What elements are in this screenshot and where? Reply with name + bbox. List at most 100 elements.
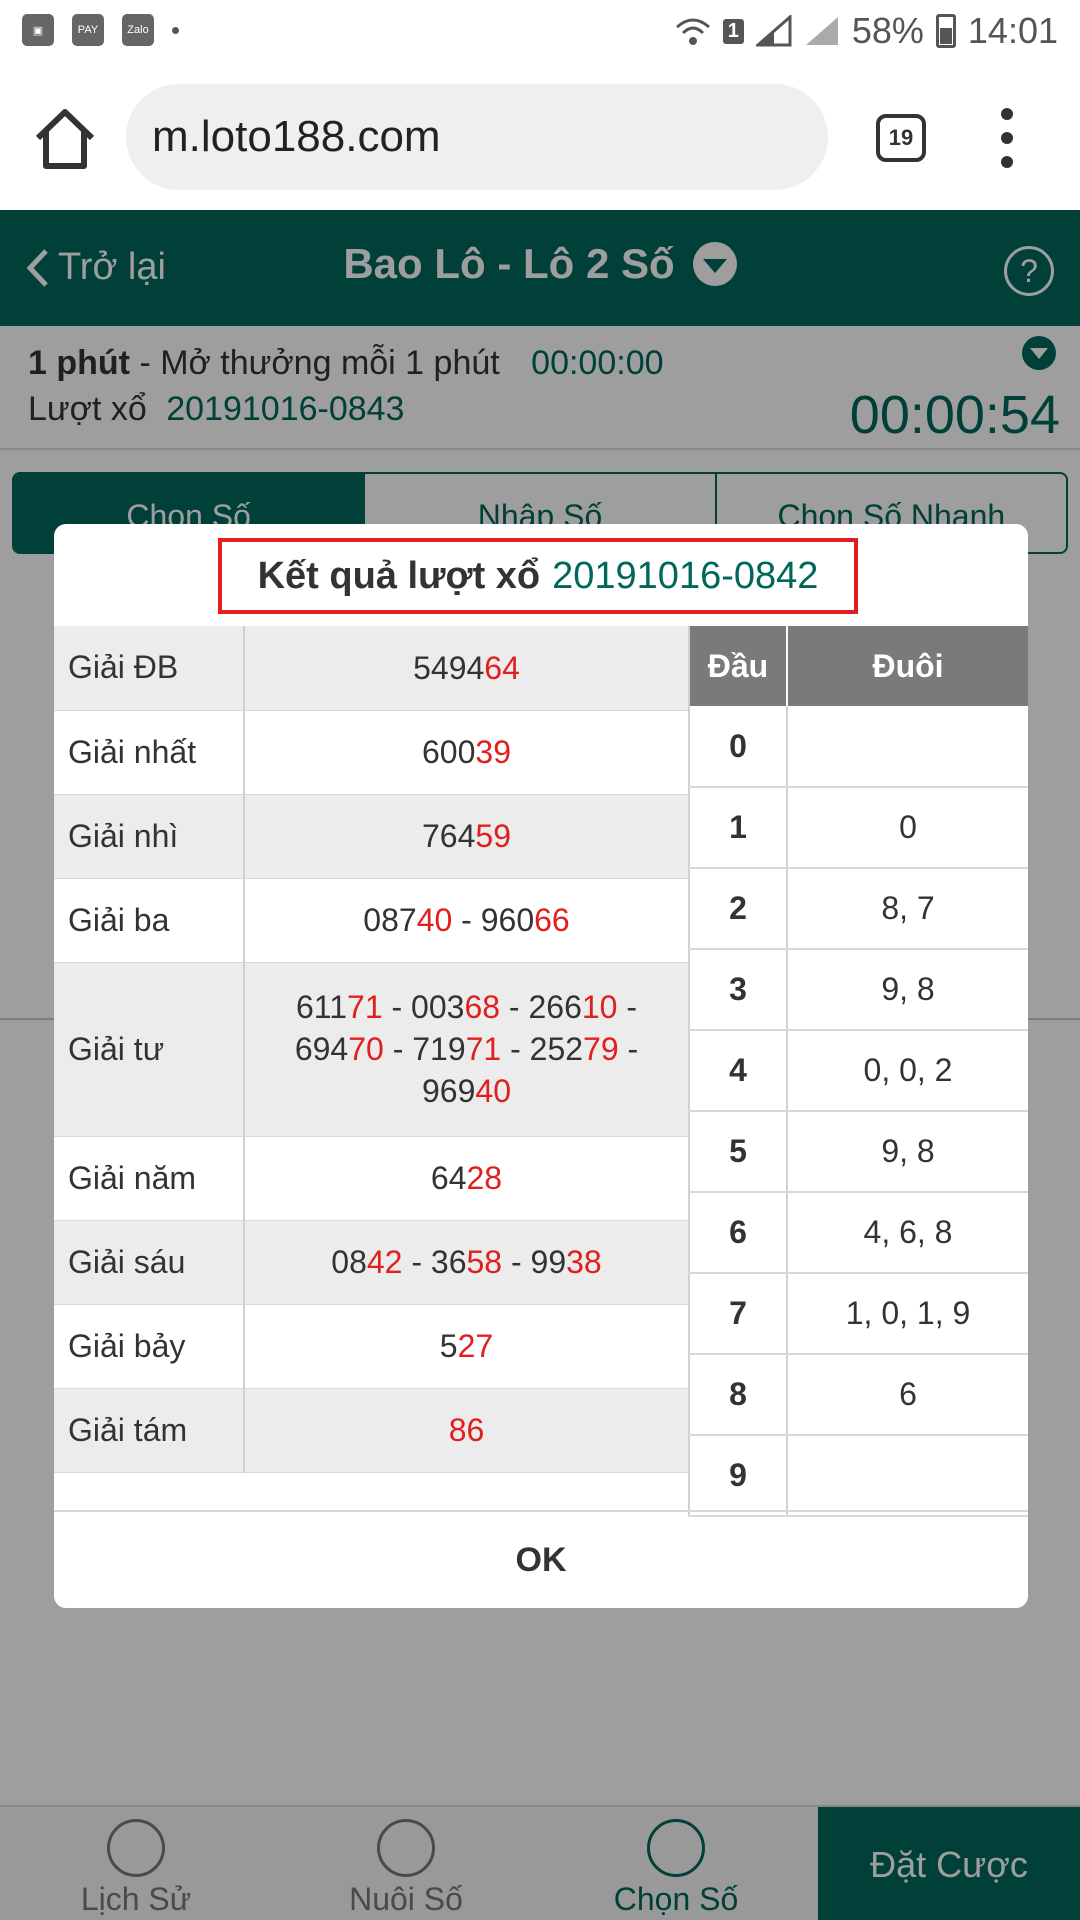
signal-icon [755, 15, 792, 47]
prize-table: Giải ĐB 549464 Giải nhất 60039 Giải nhì 76459… [54, 626, 688, 1473]
game-name: 1 phút [28, 344, 130, 382]
bottom-nav: Lịch Sử Nuôi Số Chọn Số Đặt Cược [0, 1805, 1080, 1920]
number-prefix: 719 [412, 1031, 466, 1067]
dau-value: 6 [689, 1192, 788, 1274]
number-last-two: 38 [566, 1244, 602, 1280]
expand-info-icon[interactable] [1022, 336, 1056, 370]
duoi-values: 9, 8 [787, 1111, 1028, 1193]
prize-numbers: 61171 - 00368 - 26610 - 69470 - 71971 - … [244, 962, 688, 1137]
nav-chon-so[interactable]: Chọn Số [576, 1819, 776, 1918]
prize-name: Giải ba [54, 878, 245, 963]
duoi-values: 8, 7 [787, 868, 1028, 950]
dau-duoi-row: 4 0, 0, 2 [689, 1030, 1028, 1112]
home-icon[interactable] [30, 104, 100, 174]
prize-name: Giải bảy [54, 1304, 245, 1389]
dau-duoi-row: 86 [689, 1354, 1028, 1436]
number-last-two: 40 [416, 902, 453, 938]
nav-nuoi-so[interactable]: Nuôi Số [306, 1819, 506, 1918]
number-prefix: 764 [422, 818, 476, 854]
plus-circle-icon [377, 1819, 435, 1877]
prize-row: Giải bảy 527 [54, 1304, 688, 1389]
clock-time: 14:01 [967, 10, 1058, 51]
dau-value: 4 [689, 1030, 788, 1112]
prize-row: Giải nhì 76459 [54, 794, 688, 879]
number-last-two: 59 [475, 818, 511, 854]
number-prefix: 694 [294, 1031, 349, 1067]
number-prefix: 36 [430, 1244, 467, 1280]
number-last-two: 40 [475, 1073, 511, 1109]
number-last-two: 39 [475, 734, 511, 770]
help-icon[interactable]: ? [1004, 246, 1054, 296]
duoi-values: 1, 0, 1, 9 [787, 1273, 1028, 1355]
duoi-values: 0 [787, 787, 1028, 869]
number-prefix: 5 [439, 1328, 458, 1364]
number-prefix: 5494 [413, 649, 485, 686]
check-circle-icon [647, 1819, 705, 1877]
prize-numbers: 549464 [244, 626, 688, 711]
number-last-two: 70 [348, 1031, 384, 1067]
countdown-timer: 00:00:54 [849, 385, 1060, 445]
dau-duoi-row: 6 4, 6, 8 [689, 1192, 1028, 1274]
prize-name: Giải nhất [54, 710, 245, 795]
dau-duoi-table: Đầu Đuôi 0 1 0 2 8, 7 3 9, 8 4 0, 0, 2 5 9, 8 6 4, 6… [688, 626, 1028, 1517]
dau-value: 7 [689, 1273, 788, 1355]
ok-button[interactable]: OK [54, 1510, 1028, 1608]
game-selector[interactable]: Bao Lô - Lô 2 Số [0, 240, 1080, 288]
draw-timer: 00:00:00 [531, 344, 664, 382]
number-prefix: 087 [363, 902, 417, 938]
nav-lich-su[interactable]: Lịch Sử [36, 1819, 236, 1918]
prize-name: Giải năm [54, 1136, 245, 1221]
prize-numbers: 86 [244, 1388, 688, 1473]
number-prefix: 252 [529, 1031, 584, 1067]
browser-menu-icon[interactable] [992, 108, 1022, 168]
number-last-two: 10 [581, 989, 618, 1025]
url-bar[interactable]: m.loto188.com [126, 84, 828, 190]
prize-row: Giải sáu 0842 - 3658 - 9938 [54, 1220, 688, 1305]
place-bet-button[interactable]: Đặt Cược [818, 1807, 1080, 1920]
number-last-two: 28 [466, 1160, 503, 1196]
number-last-two: 27 [457, 1328, 494, 1364]
dau-duoi-row: 9 [689, 1435, 1028, 1517]
number-last-two: 68 [464, 989, 501, 1025]
more-notifications-icon [172, 26, 179, 34]
tabs-count-button[interactable]: 19 [876, 114, 926, 162]
dau-duoi-row: 7 1, 0, 1, 9 [689, 1273, 1028, 1355]
dau-value: 3 [689, 949, 788, 1031]
prize-name: Giải tư [54, 962, 245, 1137]
prize-numbers: 08740 - 96066 [244, 878, 688, 963]
number-last-two: 64 [484, 649, 520, 686]
number-last-two: 79 [583, 1031, 619, 1067]
number-prefix: 600 [422, 734, 476, 770]
number-prefix: 08 [331, 1244, 367, 1280]
dialog-round-code: 20191016-0842 [552, 554, 819, 597]
dau-duoi-row: 10 [689, 787, 1028, 869]
duoi-values: 4, 6, 8 [787, 1192, 1028, 1274]
dialog-title-text: Kết quả lượt xổ [257, 554, 541, 597]
nav-label: Nuôi Số [349, 1881, 463, 1917]
dau-value: 5 [689, 1111, 788, 1193]
number-prefix: 969 [422, 1073, 476, 1109]
dau-value: 2 [689, 868, 788, 950]
prize-numbers: 527 [244, 1304, 688, 1389]
dau-duoi-row: 5 9, 8 [689, 1111, 1028, 1193]
round-label: Lượt xổ [28, 390, 147, 428]
dau-header: Đầu [689, 626, 788, 706]
duoi-values: 9, 8 [787, 949, 1028, 1031]
prize-row: Giải năm 6428 [54, 1136, 688, 1221]
duoi-header: Đuôi [787, 626, 1028, 706]
prize-numbers: 60039 [244, 710, 688, 795]
number-prefix: 99 [530, 1244, 567, 1280]
prize-name: Giải ĐB [54, 626, 245, 711]
wifi-icon [675, 18, 710, 45]
prize-name: Giải nhì [54, 794, 245, 879]
caret-down-icon [692, 242, 737, 286]
dau-duoi-row: 3 9, 8 [689, 949, 1028, 1031]
browser-toolbar: m.loto188.com 19 [0, 64, 1080, 210]
clock-icon [107, 1819, 165, 1877]
prize-numbers: 76459 [244, 794, 688, 879]
app-header: Trở lại Bao Lô - Lô 2 Số ? [0, 210, 1080, 326]
duoi-values [787, 706, 1028, 788]
prize-row: Giải nhất 60039 [54, 710, 688, 795]
url-text: m.loto188.com [152, 112, 441, 161]
pay-app-icon: PAY [72, 14, 104, 46]
